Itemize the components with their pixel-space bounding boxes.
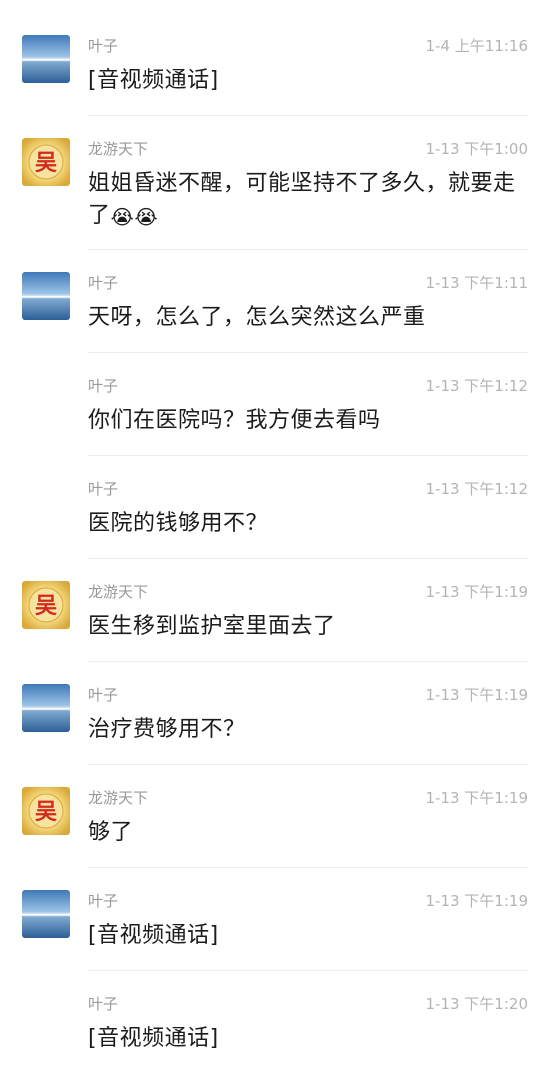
avatar-yezi[interactable] xyxy=(22,35,70,83)
sender-name: 龙游天下 xyxy=(88,789,149,807)
sender-name: 龙游天下 xyxy=(88,583,149,601)
lake-avatar-icon xyxy=(22,35,70,83)
message-time: 1-13 下午1:19 xyxy=(425,583,529,601)
lake-avatar-icon xyxy=(22,684,70,732)
message-time: 1-13 下午1:11 xyxy=(425,274,529,292)
wu-seal-avatar-icon: 吴 xyxy=(22,138,70,186)
message-text: [音视频通话] xyxy=(88,923,219,948)
avatar-yezi[interactable] xyxy=(22,684,70,732)
avatar-yezi[interactable] xyxy=(22,890,70,938)
avatar-yezi[interactable] xyxy=(22,272,70,320)
divider xyxy=(88,661,528,662)
message-text: 医院的钱够用不？ xyxy=(88,511,269,536)
sender-name: 龙游天下 xyxy=(88,140,149,158)
lake-avatar-icon xyxy=(22,890,70,938)
message-time: 1-13 下午1:12 xyxy=(425,377,529,395)
divider xyxy=(88,455,528,456)
message-time: 1-13 下午1:00 xyxy=(425,140,529,158)
chat-message-list: 叶子 1-4 上午11:16 [音视频通话] 吴 龙游天下 1-13 下午1:0… xyxy=(0,0,550,1067)
message-time: 1-13 下午1:12 xyxy=(425,480,529,498)
message-text: [音视频通话] xyxy=(88,68,219,93)
message-time: 1-13 下午1:19 xyxy=(425,789,529,807)
avatar-longyou[interactable]: 吴 xyxy=(22,581,70,629)
message-text: 医生移到监护室里面去了 xyxy=(88,614,336,639)
avatar-longyou[interactable]: 吴 xyxy=(22,787,70,835)
message-text: [音视频通话] xyxy=(88,1026,219,1051)
sender-name: 叶子 xyxy=(88,686,119,704)
message-time: 1-13 下午1:20 xyxy=(425,995,529,1013)
sender-name: 叶子 xyxy=(88,37,119,55)
sender-name: 叶子 xyxy=(88,892,119,910)
message-text: 够了 xyxy=(88,820,134,845)
crying-face-icon: 😭😭 xyxy=(110,205,159,229)
message-text: 姐姐昏迷不醒，可能坚持不了多久，就要走了😭😭 xyxy=(88,168,518,232)
message-text: 你们在医院吗？我方便去看吗 xyxy=(88,408,381,433)
lake-avatar-icon xyxy=(22,272,70,320)
avatar-char: 吴 xyxy=(35,150,57,176)
message-time: 1-13 下午1:19 xyxy=(425,686,529,704)
avatar-char: 吴 xyxy=(35,593,57,619)
sender-name: 叶子 xyxy=(88,995,119,1013)
wu-seal-avatar-icon: 吴 xyxy=(22,787,70,835)
divider xyxy=(88,558,528,559)
divider xyxy=(88,249,528,250)
wu-seal-avatar-icon: 吴 xyxy=(22,581,70,629)
avatar-char: 吴 xyxy=(35,799,57,825)
message-text: 天呀，怎么了，怎么突然这么严重 xyxy=(88,305,426,330)
divider xyxy=(88,764,528,765)
divider xyxy=(88,867,528,868)
message-time: 1-13 下午1:19 xyxy=(425,892,529,910)
sender-name: 叶子 xyxy=(88,274,119,292)
sender-name: 叶子 xyxy=(88,377,119,395)
message-time: 1-4 上午11:16 xyxy=(425,37,529,55)
divider xyxy=(88,970,528,971)
message-text: 治疗费够用不？ xyxy=(88,717,246,742)
sender-name: 叶子 xyxy=(88,480,119,498)
divider xyxy=(88,352,528,353)
divider xyxy=(88,115,528,116)
avatar-longyou[interactable]: 吴 xyxy=(22,138,70,186)
